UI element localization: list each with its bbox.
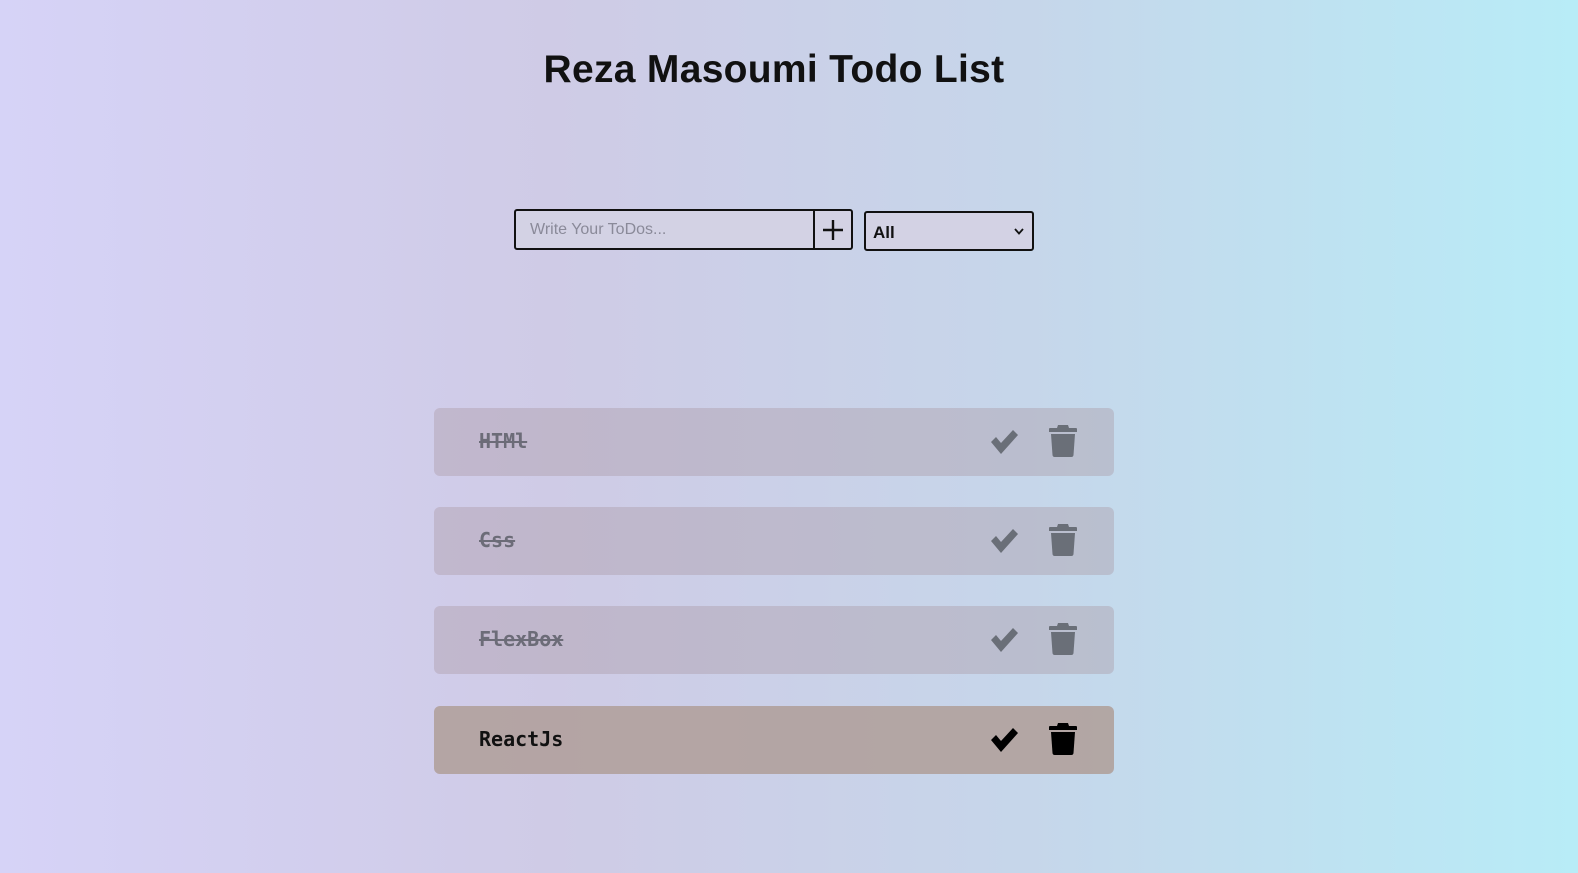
todo-text: FlexBox xyxy=(479,627,564,651)
todo-item: FlexBox xyxy=(434,606,1114,674)
todo-form xyxy=(514,209,853,250)
chevron-down-icon xyxy=(1014,228,1024,235)
trash-icon xyxy=(1049,723,1077,755)
trash-icon xyxy=(1049,524,1077,556)
todo-text: ReactJs xyxy=(479,727,564,751)
complete-button[interactable] xyxy=(989,427,1019,457)
complete-button[interactable] xyxy=(989,526,1019,556)
delete-button[interactable] xyxy=(1048,523,1078,557)
check-icon xyxy=(991,430,1018,454)
filter-selected-value: All xyxy=(873,223,895,242)
todo-text: HTMl xyxy=(479,429,528,453)
check-icon xyxy=(991,628,1018,652)
todo-item: ReactJs xyxy=(434,706,1114,774)
complete-button[interactable] xyxy=(989,625,1019,655)
filter-select[interactable]: All xyxy=(864,211,1034,251)
complete-button[interactable] xyxy=(989,725,1019,755)
delete-button[interactable] xyxy=(1048,424,1078,458)
todo-item: Css xyxy=(434,507,1114,575)
delete-button[interactable] xyxy=(1048,722,1078,756)
todo-item: HTMl xyxy=(434,408,1114,476)
todo-text: Css xyxy=(479,528,516,552)
check-icon xyxy=(991,728,1018,752)
check-icon xyxy=(991,529,1018,553)
delete-button[interactable] xyxy=(1048,622,1078,656)
trash-icon xyxy=(1049,425,1077,457)
add-todo-button[interactable] xyxy=(813,211,851,248)
page-title: Reza Masoumi Todo List xyxy=(543,48,1005,91)
todo-input[interactable] xyxy=(516,211,814,248)
trash-icon xyxy=(1049,623,1077,655)
plus-icon xyxy=(823,219,843,240)
